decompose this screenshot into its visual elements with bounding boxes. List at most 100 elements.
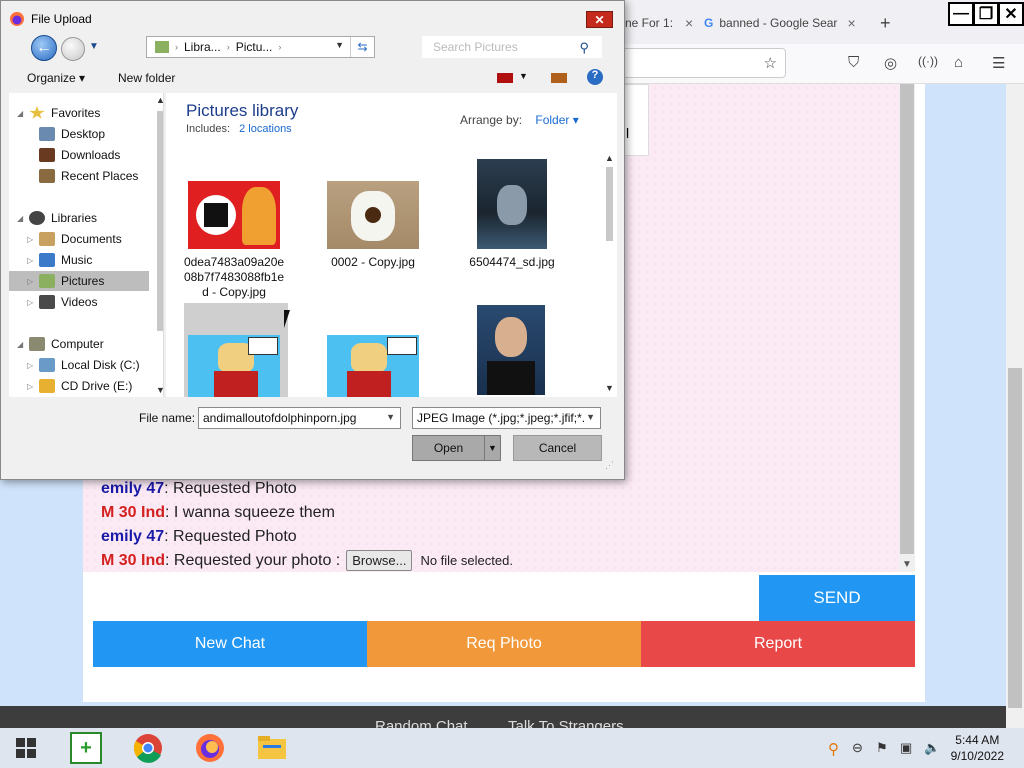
- chevron-down-icon[interactable]: ▼: [335, 40, 344, 50]
- extension2-icon[interactable]: ⌂: [954, 54, 963, 71]
- close-icon[interactable]: ×: [847, 15, 855, 31]
- flag-icon[interactable]: ⚑: [876, 740, 888, 756]
- tree-item-computer[interactable]: ◢ Computer: [9, 334, 149, 354]
- pocket-icon[interactable]: ⛉: [848, 54, 859, 71]
- file-item[interactable]: [459, 305, 563, 397]
- file-list-scrollbar[interactable]: ▲ ▼: [605, 153, 614, 397]
- new-folder-button[interactable]: New folder: [118, 71, 175, 85]
- menu-icon[interactable]: ☰: [992, 54, 1005, 72]
- library-icon: [155, 41, 169, 53]
- search-tray-icon[interactable]: ⚲: [828, 740, 839, 758]
- footer-link-random-chat[interactable]: Random Chat: [375, 718, 468, 728]
- file-explorer-icon[interactable]: [256, 732, 288, 764]
- view-icon[interactable]: [497, 73, 513, 83]
- resize-grip-icon[interactable]: ⋰: [605, 460, 614, 471]
- req-photo-button[interactable]: Req Photo: [367, 621, 641, 667]
- scroll-thumb[interactable]: [1008, 368, 1022, 708]
- footer-link-talk-to-strangers[interactable]: Talk To Strangers: [508, 718, 624, 728]
- restore-icon[interactable]: ❐: [973, 2, 999, 26]
- file-name-input[interactable]: andimalloutofdolphinporn.jpg ▼: [198, 407, 401, 429]
- file-item[interactable]: 0dea7483a09a20e08b7f7483088fb1ed - Copy.…: [182, 181, 286, 300]
- send-button[interactable]: SEND: [759, 575, 915, 621]
- app-plus-icon[interactable]: +: [70, 732, 102, 764]
- system-clock[interactable]: 5:44 AM 9/10/2022: [951, 732, 1004, 764]
- google-icon: G: [704, 16, 714, 30]
- organize-button[interactable]: Organize ▾: [27, 71, 85, 85]
- bookmark-star-icon[interactable]: ☆: [764, 54, 777, 72]
- breadcrumb-libraries[interactable]: Libra...: [184, 40, 221, 54]
- dialog-close-button[interactable]: ✕: [586, 11, 613, 28]
- tree-scrollbar[interactable]: ▲ ▼: [156, 93, 163, 397]
- close-icon[interactable]: ×: [685, 15, 693, 31]
- file-item[interactable]: [321, 335, 425, 397]
- tree-item-recent-places[interactable]: Recent Places: [9, 166, 149, 186]
- extension-icon[interactable]: ((·)): [918, 54, 938, 68]
- chevron-down-icon[interactable]: ▼: [89, 41, 99, 52]
- scroll-thumb[interactable]: [157, 111, 163, 331]
- tree-label: Libraries: [51, 211, 98, 225]
- search-input[interactable]: Search Pictures ⚲: [422, 36, 602, 58]
- scroll-thumb[interactable]: [606, 167, 613, 241]
- chevron-down-icon[interactable]: ▼: [519, 71, 528, 81]
- minimize-icon[interactable]: —: [948, 2, 974, 26]
- chevron-down-icon[interactable]: ▼: [605, 383, 614, 393]
- includes-link[interactable]: 2 locations: [239, 123, 292, 135]
- file-item[interactable]: 6504474_sd.jpg: [460, 159, 564, 270]
- windows-start-icon[interactable]: [10, 732, 42, 764]
- file-type-value: JPEG Image (*.jpg;*.jpeg;*.jfif;*.: [417, 411, 586, 425]
- file-type-select[interactable]: JPEG Image (*.jpg;*.jpeg;*.jfif;*. ▼: [412, 407, 601, 429]
- chat-scrollbar[interactable]: ▼: [899, 84, 915, 572]
- browse-button[interactable]: Browse...: [346, 550, 413, 571]
- tree-item-pictures[interactable]: ▷ Pictures: [9, 271, 149, 291]
- tab-google[interactable]: G banned - Google Sear ×: [704, 8, 862, 38]
- page-scrollbar[interactable]: [1006, 84, 1024, 728]
- refresh-icon[interactable]: ⇆: [350, 37, 374, 57]
- container-icon[interactable]: ◎: [884, 54, 897, 72]
- help-icon[interactable]: ?: [587, 69, 603, 85]
- tree-item-downloads[interactable]: Downloads: [9, 145, 149, 165]
- report-button[interactable]: Report: [641, 621, 915, 667]
- url-bar[interactable]: ☆: [618, 48, 786, 78]
- open-button[interactable]: Open ▼: [412, 435, 501, 461]
- network-icon[interactable]: ▣: [900, 740, 912, 756]
- tree-item-local-disk[interactable]: ▷ Local Disk (C:): [9, 355, 149, 375]
- chrome-icon[interactable]: [132, 732, 164, 764]
- arrange-dropdown[interactable]: Folder ▾: [535, 113, 578, 127]
- chevron-down-icon[interactable]: ▼: [386, 412, 395, 422]
- chevron-down-icon[interactable]: ▼: [156, 385, 163, 395]
- tree-item-favorites[interactable]: ◢ Favorites: [9, 103, 149, 123]
- preview-pane-icon[interactable]: [551, 73, 567, 83]
- volume-icon[interactable]: 🔈: [924, 740, 940, 756]
- tree-item-cd-drive[interactable]: ▷ CD Drive (E:): [9, 376, 149, 396]
- tree-item-libraries[interactable]: ◢ Libraries: [9, 208, 149, 228]
- tab-chat[interactable]: ne For 1: ×: [625, 8, 695, 38]
- tree-item-videos[interactable]: ▷ Videos: [9, 292, 149, 312]
- back-arrow-icon[interactable]: ←: [31, 35, 57, 61]
- chevron-down-icon[interactable]: ▼: [584, 412, 595, 422]
- file-item[interactable]: 0002 - Copy.jpg: [321, 181, 425, 270]
- chevron-up-icon[interactable]: ▲: [156, 95, 163, 105]
- chevron-down-icon[interactable]: ▼: [484, 436, 500, 460]
- chevron-up-icon[interactable]: ▲: [605, 153, 614, 163]
- arrange-by: Arrange by: Folder ▾: [460, 113, 579, 127]
- tree-item-documents[interactable]: ▷ Documents: [9, 229, 149, 249]
- site-footer: Random Chat Talk To Strangers: [0, 706, 1006, 728]
- new-chat-button[interactable]: New Chat: [93, 621, 367, 667]
- thumbnail: [327, 335, 419, 397]
- emoji-tray-icon[interactable]: ⊖: [852, 740, 863, 756]
- forward-arrow-icon[interactable]: [61, 37, 85, 61]
- cancel-button[interactable]: Cancel: [513, 435, 602, 461]
- tree-item-desktop[interactable]: Desktop: [9, 124, 149, 144]
- breadcrumb-pictures[interactable]: Pictu...: [236, 40, 273, 54]
- chevron-down-icon[interactable]: ▼: [902, 559, 912, 570]
- scroll-thumb[interactable]: [900, 84, 914, 554]
- address-bar[interactable]: › Libra... › Pictu... › ▼ ⇆: [146, 36, 375, 58]
- firefox-icon[interactable]: [194, 732, 226, 764]
- open-label: Open: [433, 441, 464, 455]
- new-tab-button[interactable]: +: [880, 8, 891, 38]
- message-text: : Requested Photo: [164, 528, 297, 545]
- no-file-label: No file selected.: [420, 553, 513, 568]
- tree-item-music[interactable]: ▷ Music: [9, 250, 149, 270]
- file-item[interactable]: [182, 335, 286, 397]
- close-window-icon[interactable]: ✕: [998, 2, 1024, 26]
